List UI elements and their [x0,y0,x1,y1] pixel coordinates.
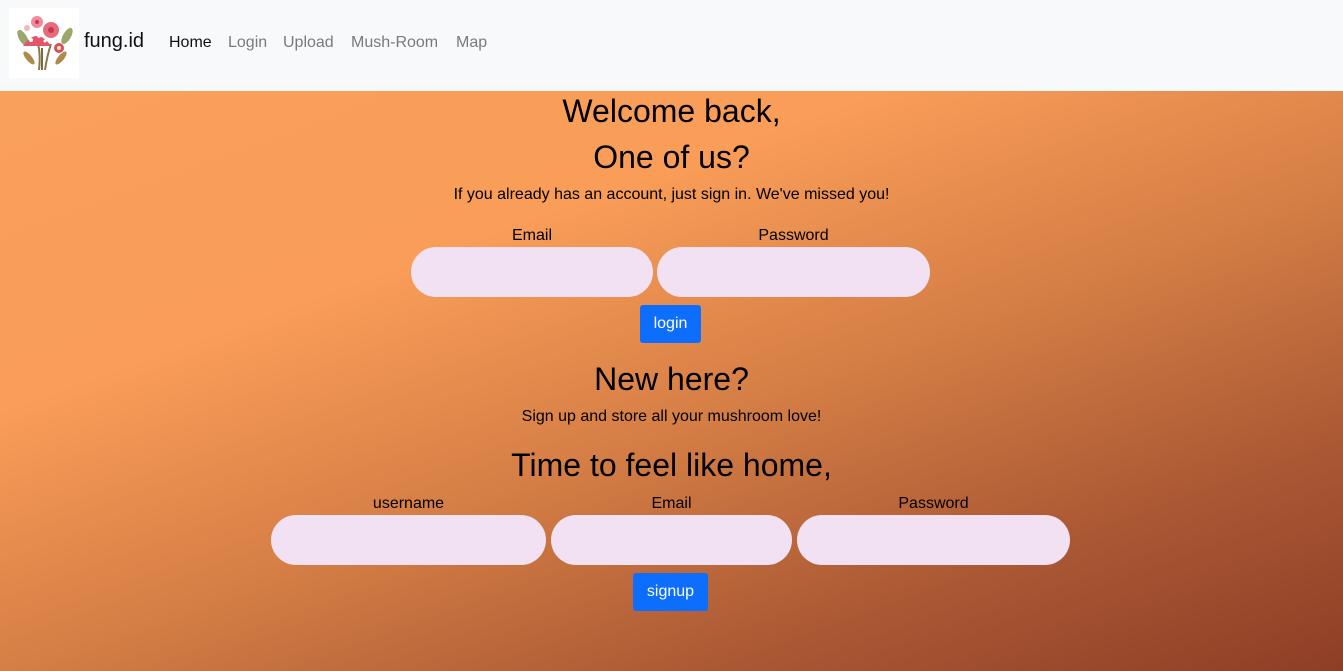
signup-password-label: Password [898,495,969,512]
signup-username-input[interactable] [271,515,546,565]
login-heading-welcome: Welcome back, [562,93,781,129]
login-button[interactable]: login [640,305,701,343]
signup-email-label: Email [651,495,692,512]
login-password-label: Password [758,227,829,244]
signup-password-input[interactable] [797,515,1070,565]
login-password-input[interactable] [657,247,930,297]
nav-link-login[interactable]: Login [228,33,267,53]
nav-link-map[interactable]: Map [456,33,487,53]
login-email-label: Email [511,227,552,244]
login-email-input[interactable] [411,247,653,297]
signup-username-label: username [372,495,445,512]
navbar: fung.id Home Login Upload Mush-Room Map [0,0,1343,91]
main-content: Welcome back, One of us? If you already … [0,91,1343,671]
signup-heading-feel-like-home: Time to feel like home, [511,447,832,483]
mushroom-bouquet-logo-icon[interactable] [9,8,79,78]
nav-link-upload[interactable]: Upload [283,33,334,53]
signup-heading-new-here: New here? [594,361,749,397]
nav-link-mush-room[interactable]: Mush-Room [351,33,438,53]
login-heading-one-of-us: One of us? [593,139,750,175]
login-subtitle: If you already has an account, just sign… [453,186,890,203]
signup-button[interactable]: signup [633,573,708,611]
signup-subtitle: Sign up and store all your mushroom love… [521,408,822,425]
signup-email-input[interactable] [551,515,792,565]
brand-name[interactable]: fung.id [84,29,144,53]
nav-link-home[interactable]: Home [169,33,212,53]
